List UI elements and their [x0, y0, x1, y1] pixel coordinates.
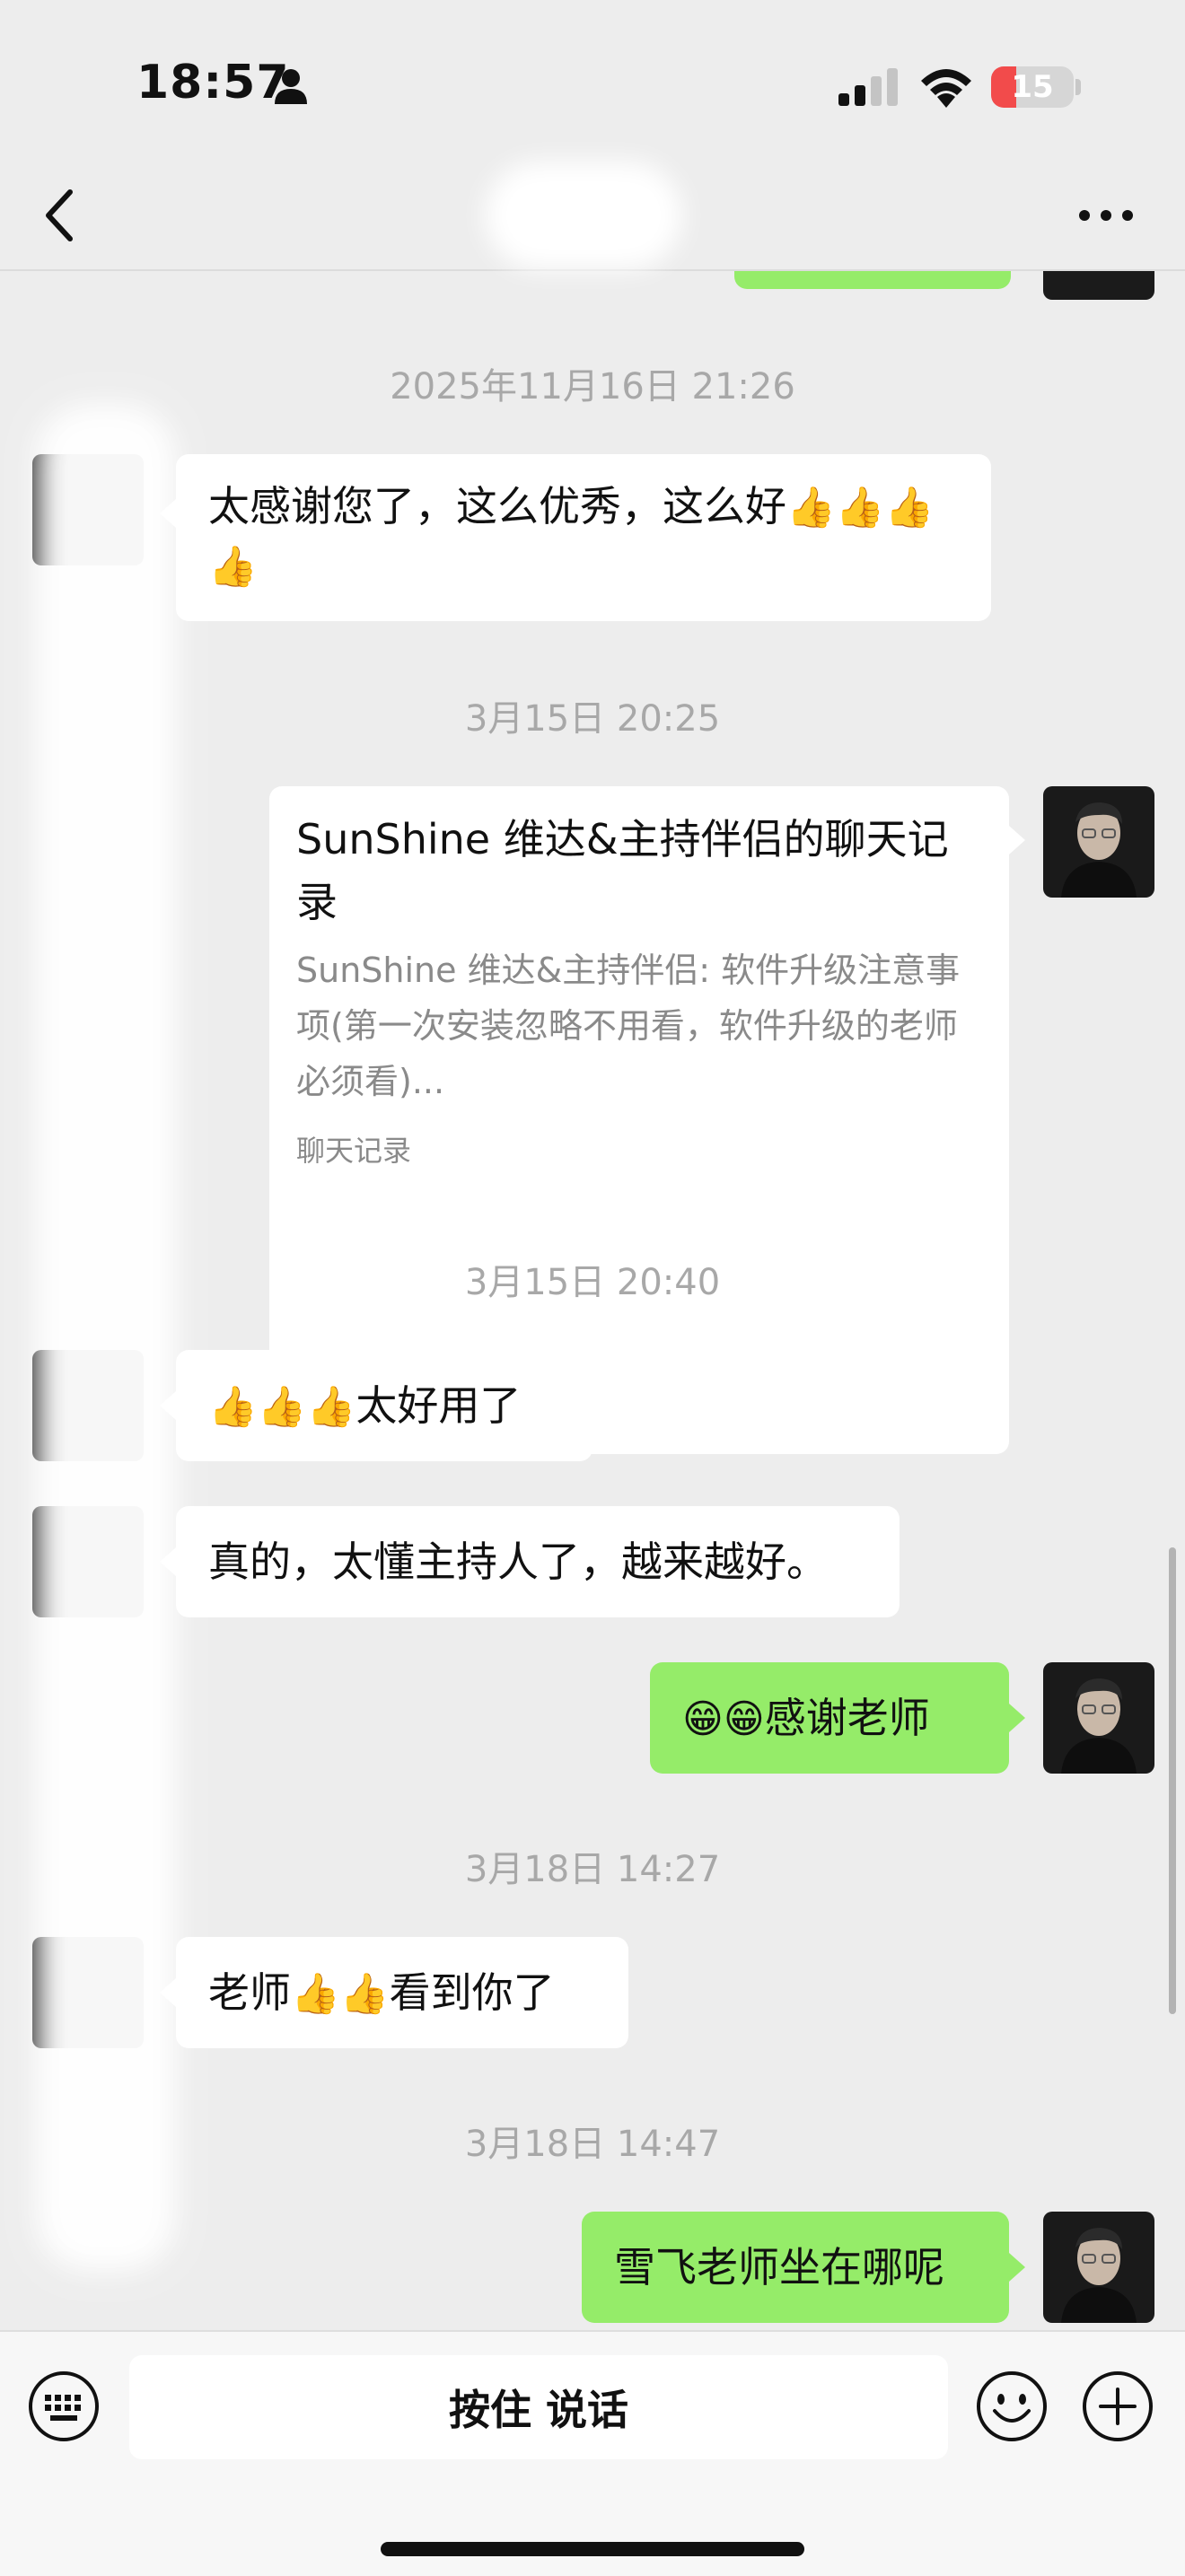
hold-to-talk-button[interactable]: 按住 说话	[129, 2355, 948, 2459]
more-options-icon[interactable]	[1077, 206, 1135, 224]
battery-level-text: 15	[1011, 69, 1054, 105]
message-text: 雪飞老师坐在哪呢	[614, 2243, 944, 2291]
my-avatar-partial	[1043, 269, 1154, 300]
cellular-signal-icon	[838, 68, 898, 106]
contact-name-redacted	[485, 162, 682, 269]
chat-record-preview: SunShine 维达&主持伴侣: 软件升级注意事项(第一次安装忽略不用看，软件…	[296, 951, 961, 1101]
avatar-photo	[1043, 786, 1154, 898]
message-text: 老师	[208, 1968, 291, 2017]
message-bubble-received[interactable]: 老师👍👍看到你了	[176, 1937, 628, 2048]
message-bubble-received[interactable]: 太感谢您了，这么优秀，这么好👍👍👍👍	[176, 454, 991, 621]
my-avatar[interactable]	[1043, 2212, 1154, 2323]
message-text: 太感谢您了，这么优秀，这么好	[208, 482, 786, 530]
keyboard-icon[interactable]	[27, 2370, 101, 2443]
my-avatar[interactable]	[1043, 786, 1154, 898]
message-bubble-received[interactable]: 真的，太懂主持人了，越来越好。	[176, 1506, 900, 1617]
person-icon	[275, 69, 307, 104]
chat-record-title: SunShine 维达&主持伴侣的聊天记录	[296, 815, 949, 926]
message-bubble-partial	[734, 269, 1011, 289]
message-bubble-sent[interactable]: 😁😁感谢老师	[650, 1662, 1009, 1774]
chat-message-list[interactable]: 2025年11月16日 21:26 太感谢您了，这么优秀，这么好👍👍👍👍 3月1…	[0, 269, 1185, 2330]
message-bubble-sent[interactable]: 雪飞老师坐在哪呢	[582, 2212, 1009, 2323]
message-text: 感谢老师	[764, 1694, 930, 1742]
home-indicator[interactable]	[381, 2542, 804, 2556]
thumbs-up-emoji: 👍👍👍	[208, 1384, 356, 1430]
thumbs-up-emoji: 👍👍	[291, 1971, 390, 2017]
timestamp: 2025年11月16日 21:26	[390, 366, 795, 407]
message-bubble-received[interactable]: 👍👍👍太好用了	[176, 1350, 592, 1461]
timestamp: 3月18日 14:47	[464, 2124, 721, 2165]
plus-icon[interactable]	[1081, 2370, 1154, 2443]
avatar-photo	[1043, 2212, 1154, 2323]
chat-input-bar: 按住 说话	[0, 2330, 1185, 2576]
my-avatar[interactable]	[1043, 1662, 1154, 1774]
wifi-icon	[921, 69, 971, 108]
timestamp: 3月15日 20:40	[464, 1262, 721, 1303]
emoji-icon[interactable]	[975, 2370, 1049, 2443]
message-text: 真的，太懂主持人了，越来越好。	[208, 1538, 828, 1586]
battery-tip	[1075, 79, 1081, 95]
message-text: 看到你了	[389, 1968, 555, 2017]
redaction-blur	[36, 404, 176, 2271]
status-bar: 18:57 15	[0, 0, 1185, 162]
battery-indicator: 15	[991, 66, 1074, 108]
timestamp: 3月18日 14:27	[464, 1849, 721, 1890]
back-chevron-icon[interactable]	[40, 185, 79, 246]
message-text: 太好用了	[356, 1381, 522, 1430]
chat-record-label: 聊天记录	[296, 1134, 412, 1168]
grinning-face-emoji: 😁😁	[682, 1696, 765, 1742]
status-time: 18:57	[136, 56, 290, 110]
chat-nav-bar	[0, 162, 1185, 271]
scroll-indicator[interactable]	[1169, 1547, 1176, 2014]
avatar-photo	[1043, 1662, 1154, 1774]
timestamp: 3月15日 20:25	[464, 698, 721, 740]
